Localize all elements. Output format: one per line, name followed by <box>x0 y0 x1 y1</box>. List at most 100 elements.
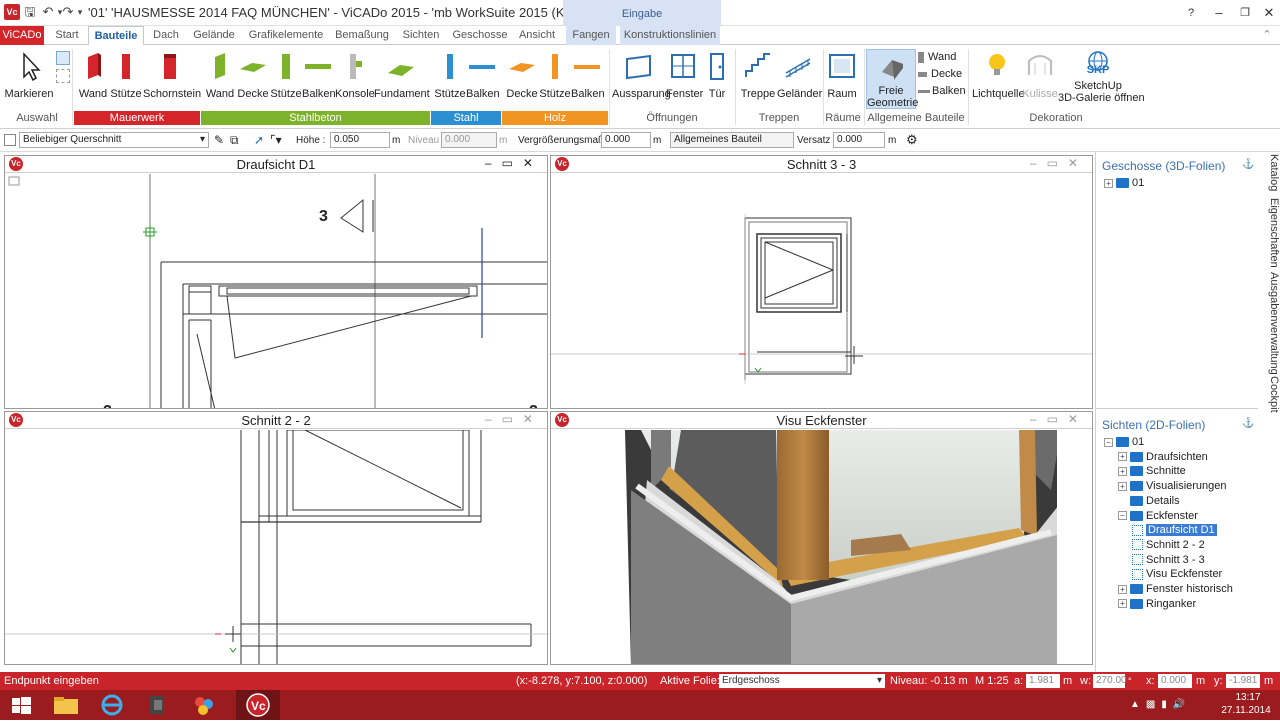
expand-icon[interactable]: + <box>1118 452 1127 462</box>
redo-dropdown-icon[interactable]: ▾ <box>72 4 88 20</box>
sichten-tree-item[interactable]: + Visualisierungen <box>1118 479 1227 493</box>
tuer-button[interactable]: Tür <box>704 51 730 100</box>
stahlbeton-stuetze-button[interactable]: Stütze <box>270 51 302 100</box>
gelaender-button[interactable]: Geländer <box>777 51 822 100</box>
tab-geschosse[interactable]: Geschosse <box>452 26 508 45</box>
fundament-button[interactable]: Fundament <box>374 51 430 100</box>
viewport-window-controls[interactable]: –▭✕ <box>485 156 543 170</box>
a-input[interactable]: 1.981 <box>1026 674 1060 688</box>
section-3-drawing[interactable] <box>551 174 1093 409</box>
x-input[interactable]: 0.000 <box>1158 674 1192 688</box>
tab-ansicht[interactable]: Ansicht <box>516 26 558 45</box>
clock-date[interactable]: 27.11.2014 <box>1216 705 1276 716</box>
hoehe-input[interactable]: 0.050 <box>330 132 390 148</box>
sichten-tree-item[interactable]: Schnitt 2 - 2 <box>1132 538 1205 552</box>
collapse-icon[interactable]: − <box>1104 437 1113 447</box>
maximize-button[interactable]: ❐ <box>1236 4 1254 22</box>
copy-profile-icon[interactable]: ⧉ <box>230 133 239 148</box>
tab-grafikelemente[interactable]: Grafikelemente <box>246 26 326 45</box>
app3-taskbar-icon[interactable] <box>136 690 180 720</box>
viewport-window-controls[interactable]: –▭✕ <box>485 412 543 426</box>
expand-icon[interactable]: + <box>1104 178 1113 188</box>
pin-icon[interactable]: ⚓ <box>1242 159 1254 170</box>
viewport-schnitt-3-3[interactable]: Vc Schnitt 3 - 3 –▭✕ <box>550 155 1093 409</box>
holz-stuetze-button[interactable]: Stütze <box>539 51 571 100</box>
fenster-button[interactable]: Fenster <box>666 51 703 100</box>
sichten-tree-item[interactable]: + Schnitte <box>1118 464 1186 478</box>
holz-balken-button[interactable]: Balken <box>571 51 605 100</box>
align-icon[interactable]: ⌜▾ <box>270 133 282 147</box>
vicado-taskbar-icon[interactable]: Vc <box>236 690 280 720</box>
lichtquelle-button[interactable]: Lichtquelle <box>972 51 1025 100</box>
expand-icon[interactable]: + <box>1118 481 1127 491</box>
konsole-button[interactable]: Konsole <box>335 51 375 100</box>
y-input[interactable]: -1.981 <box>1226 674 1260 688</box>
mauerwerk-stuetze-button[interactable]: Stütze <box>110 51 142 100</box>
side-tab-cockpit[interactable]: Cockpit <box>1258 376 1280 413</box>
stahl-stuetze-button[interactable]: Stütze <box>434 51 466 100</box>
edit-profile-icon[interactable]: ✎ <box>214 133 224 147</box>
allg-decke-button[interactable]: Decke <box>918 68 962 80</box>
markieren-button[interactable]: Markieren <box>4 51 54 100</box>
select-mode-icon[interactable] <box>56 51 70 65</box>
versatz-input[interactable]: 0.000 <box>833 132 885 148</box>
ribbon-collapse-icon[interactable]: ⌃ <box>1258 26 1276 45</box>
start-button[interactable] <box>0 690 44 720</box>
tab-konstruktionslinien[interactable]: Konstruktionslinien <box>620 26 720 45</box>
sichten-tree-item[interactable]: + Ringanker <box>1118 597 1196 611</box>
holz-decke-button[interactable]: Decke <box>506 51 538 100</box>
tab-start[interactable]: Start <box>52 26 82 45</box>
tab-dach[interactable]: Dach <box>150 26 182 45</box>
help-icon[interactable]: ? <box>1182 4 1200 22</box>
expand-icon[interactable]: + <box>1118 599 1127 609</box>
geschoss-item-01[interactable]: +01 <box>1104 176 1144 190</box>
tab-fangen[interactable]: Fangen <box>566 26 616 45</box>
collapse-icon[interactable]: − <box>1118 511 1127 521</box>
querschnitt-select[interactable]: Beliebiger Querschnitt ▾ <box>19 132 209 148</box>
pick-icon[interactable]: ➚ <box>254 133 264 147</box>
stahlbeton-wand-button[interactable]: Wand <box>204 51 236 100</box>
expand-icon[interactable]: + <box>1118 584 1127 594</box>
close-button[interactable]: ✕ <box>1260 4 1278 22</box>
viewport-window-controls[interactable]: –▭✕ <box>1030 412 1088 426</box>
select-window-icon[interactable] <box>56 69 70 83</box>
sichten-tree-item[interactable]: Details <box>1118 494 1180 508</box>
bauteil-field[interactable]: Allgemeines Bauteil <box>670 132 794 148</box>
stahl-balken-button[interactable]: Balken <box>466 51 500 100</box>
stahlbeton-balken-button[interactable]: Balken <box>302 51 336 100</box>
save-icon[interactable]: 🖫 <box>22 4 38 20</box>
viewport-schnitt-2-2[interactable]: Vc Schnitt 2 - 2 –▭✕ <box>4 411 548 665</box>
side-tab-ausgabenverwaltung[interactable]: Ausgabenverwaltung <box>1258 272 1280 375</box>
tab-sichten[interactable]: Sichten <box>398 26 444 45</box>
expand-icon[interactable]: + <box>1118 466 1127 476</box>
sichten-tree-item[interactable]: − 01 <box>1104 435 1144 449</box>
raum-button[interactable]: Raum <box>826 51 858 100</box>
pin-icon-2[interactable]: ⚓ <box>1242 418 1254 429</box>
w-input[interactable]: 270.00 <box>1093 674 1127 688</box>
sichten-tree-item[interactable]: Visu Eckfenster <box>1132 567 1222 581</box>
sichten-tree-item[interactable]: Draufsicht D1 <box>1132 523 1217 537</box>
tab-vicado-file[interactable]: ViCADo <box>0 26 44 45</box>
sichten-tree-item[interactable]: + Fenster historisch <box>1118 582 1233 596</box>
minimize-button[interactable]: – <box>1210 4 1228 22</box>
status-scale[interactable]: M 1:25 <box>975 672 1009 690</box>
vergroesserungsmass-input[interactable]: 0.000 <box>601 132 651 148</box>
app-logo-icon[interactable]: Vc <box>4 4 20 20</box>
sichten-tree-item[interactable]: − Eckfenster <box>1118 509 1198 523</box>
viewport-draufsicht-d1[interactable]: VcDraufsicht D1–▭✕ 3 2 2 <box>4 155 548 409</box>
treppe-button[interactable]: Treppe <box>740 51 776 100</box>
aktive-folie-select[interactable]: Erdgeschoss ▾ <box>719 674 885 688</box>
sichten-tree-item[interactable]: + Draufsichten <box>1118 450 1208 464</box>
mauerwerk-wand-button[interactable]: Wand <box>77 51 109 100</box>
stahlbeton-decke-button[interactable]: Decke <box>237 51 269 100</box>
viewport-visu-eckfenster[interactable]: Vc Visu Eckfenster –▭✕ <box>550 411 1093 665</box>
tray-icons[interactable]: ▲▩▮🔊 <box>1130 699 1191 710</box>
tab-bemassung[interactable]: Bemaßung <box>334 26 390 45</box>
sketchup-gallery-button[interactable]: SKP SketchUp 3D-Galerie öffnen <box>1058 51 1145 104</box>
side-tab-katalog[interactable]: Katalog <box>1258 154 1280 191</box>
ie-taskbar-icon[interactable] <box>90 690 134 720</box>
allg-wand-button[interactable]: Wand <box>918 51 956 63</box>
viewport-window-controls[interactable]: –▭✕ <box>1030 156 1088 170</box>
allg-balken-button[interactable]: Balken <box>918 85 966 97</box>
explorer-taskbar-icon[interactable] <box>44 690 88 720</box>
